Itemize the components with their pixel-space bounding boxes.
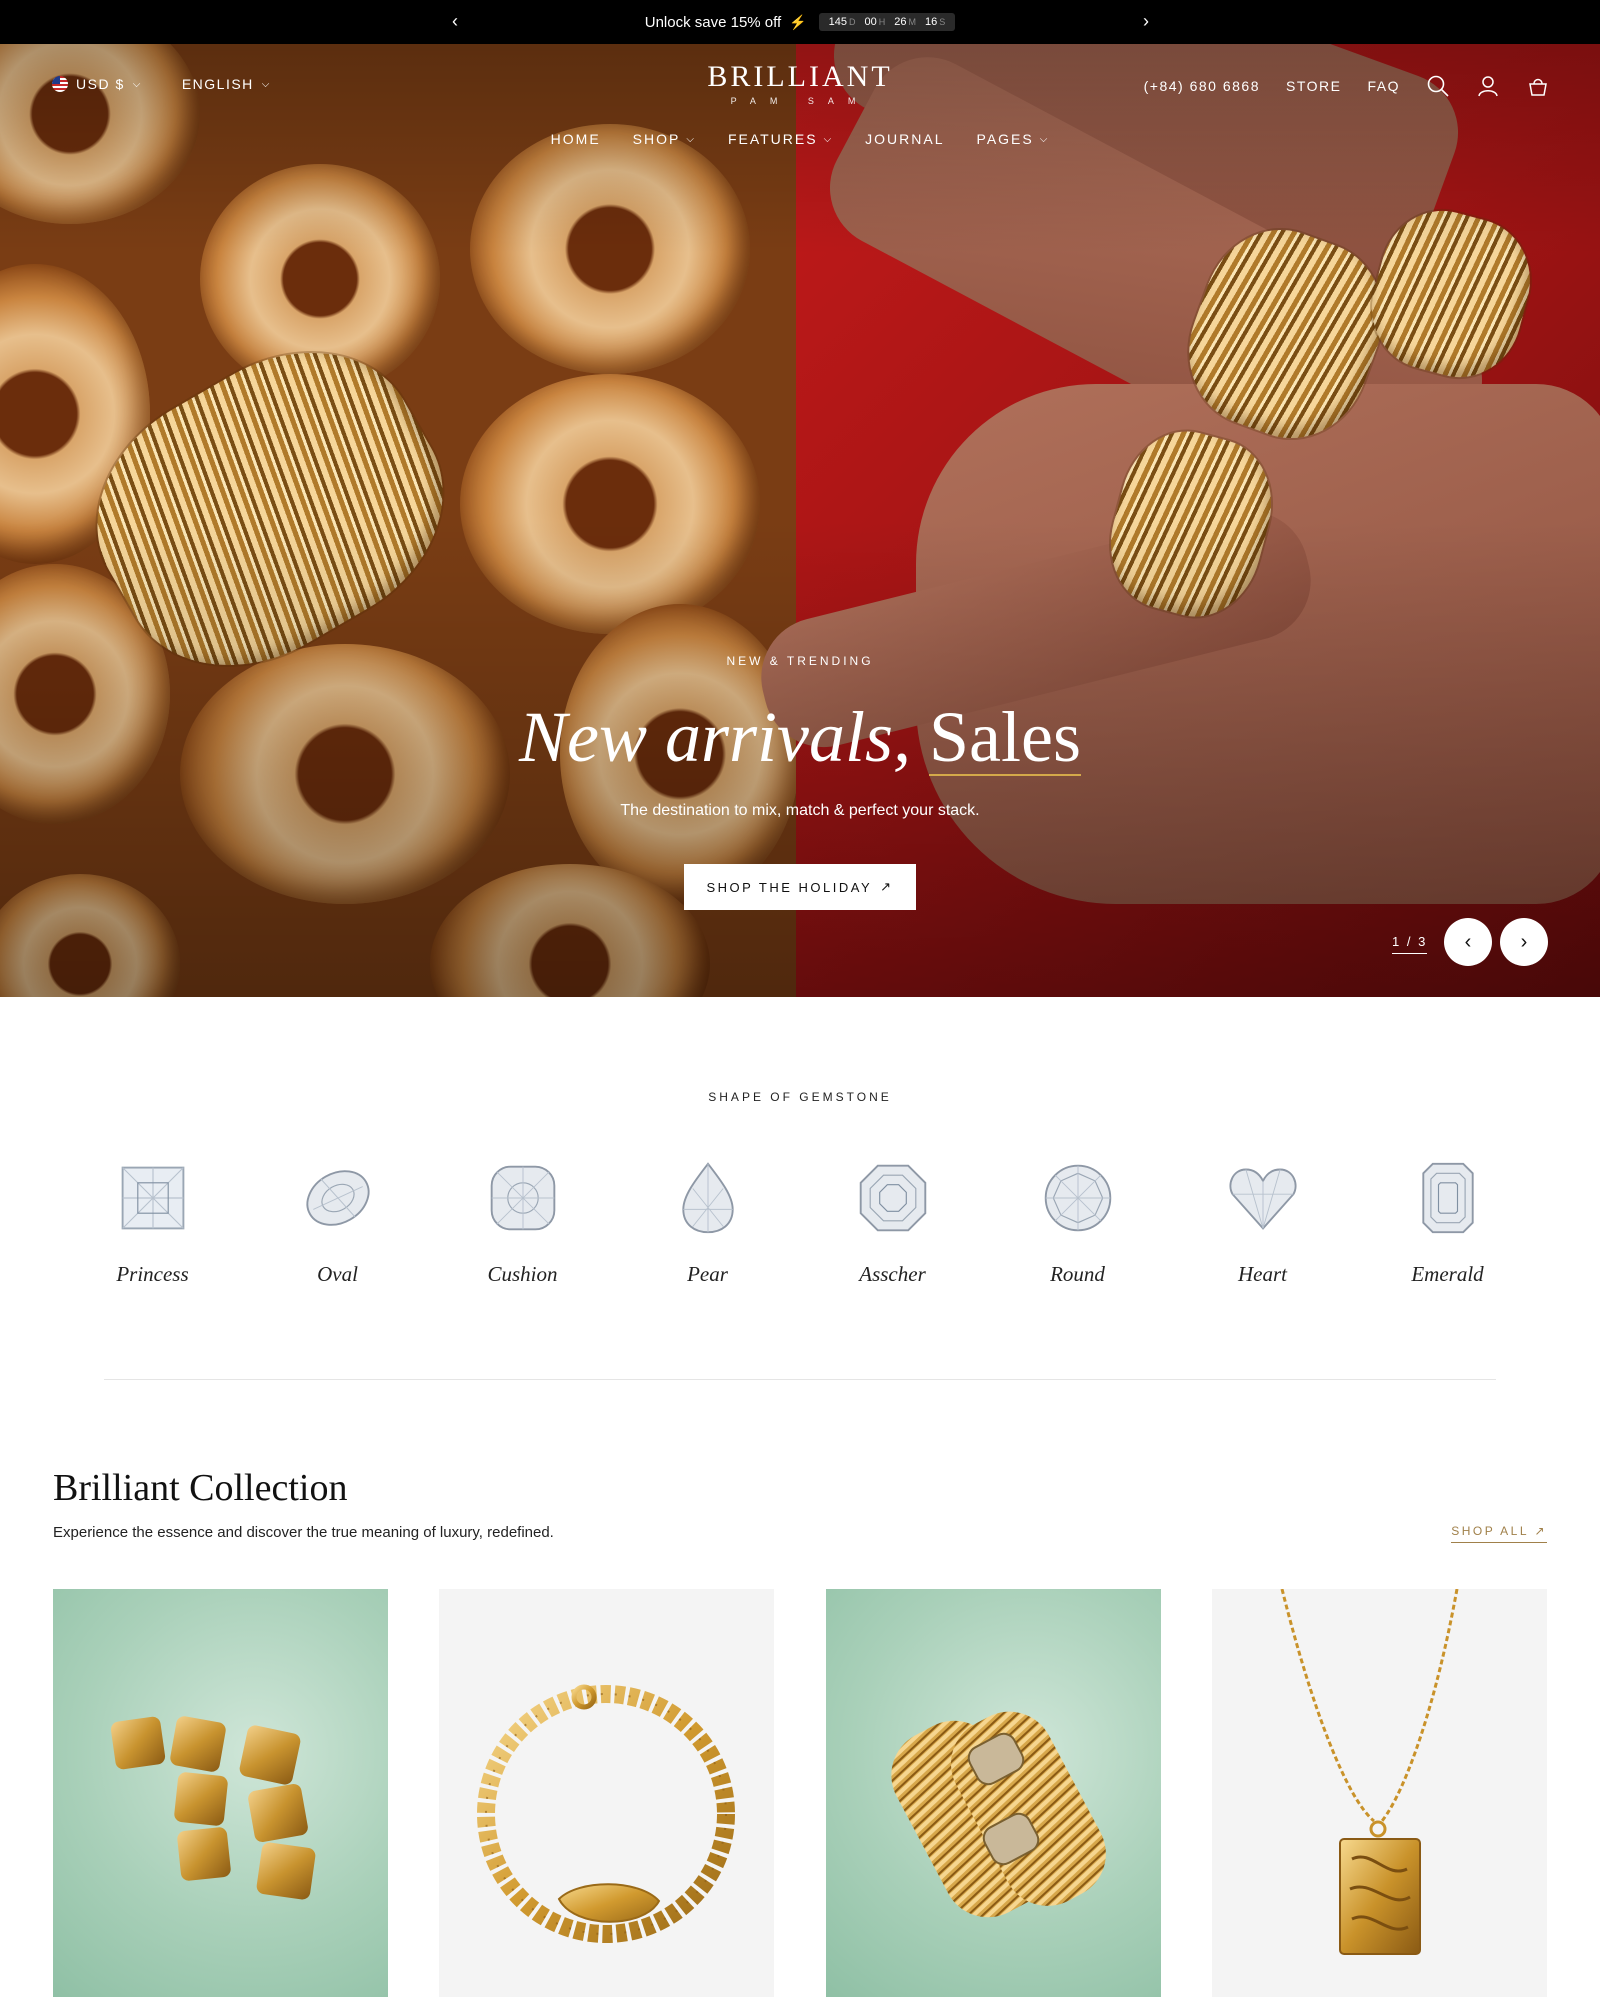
gemstone-emerald[interactable]: Emerald — [1355, 1160, 1540, 1287]
heart-diamond-icon — [1228, 1168, 1297, 1230]
shop-all-label: SHOP ALL — [1451, 1524, 1529, 1538]
hero-subline: The destination to mix, match & perfect … — [620, 802, 980, 819]
slide-pager: 1 / 3 — [1392, 934, 1428, 954]
search-icon[interactable] — [1426, 74, 1450, 98]
slide-prev-button[interactable]: ‹ — [1444, 918, 1492, 966]
gemstone-label: Pear — [687, 1262, 728, 1286]
countdown-days: 145 D — [828, 16, 856, 28]
hero-headline: New arrivals, Sales — [0, 692, 1600, 782]
announcement-message: Unlock save 15% off ⚡ 145 D 00 H 26 M 16 S — [0, 0, 1600, 44]
shop-the-holiday-button[interactable]: SHOP THE HOLIDAY ↗ — [684, 864, 916, 910]
countdown-seconds: 16 S — [925, 16, 946, 28]
gemstone-princess[interactable]: Princess — [60, 1160, 245, 1287]
product-card-necklace[interactable] — [1211, 1589, 1547, 1997]
gemstone-label: Princess — [116, 1262, 189, 1286]
hero-banner — [0, 44, 1600, 997]
gemstone-cushion[interactable]: Cushion — [430, 1160, 615, 1287]
nav-shop[interactable]: SHOP ⌵ — [633, 131, 696, 147]
gold-earrings-image — [110, 1716, 316, 1900]
gemstone-shape-list: Princess Oval Cushion Pear Asscher Round… — [60, 1160, 1540, 1287]
nav-pages[interactable]: PAGES ⌵ — [977, 131, 1050, 147]
phone-link[interactable]: (+84) 680 6868 — [1144, 78, 1260, 94]
slide-next-button[interactable]: › — [1500, 918, 1548, 966]
gold-necklace-image — [1280, 1589, 1459, 1955]
collection-title: Brilliant Collection — [53, 1467, 348, 1509]
asscher-diamond-icon — [859, 1164, 926, 1232]
gemstone-heart[interactable]: Heart — [1170, 1160, 1355, 1287]
chevron-down-icon: ⌵ — [823, 133, 834, 145]
product-card-ring[interactable] — [825, 1589, 1161, 1997]
product-grid — [53, 1589, 1547, 1997]
countdown-timer: 145 D 00 H 26 M 16 S — [818, 13, 956, 31]
cart-icon[interactable] — [1526, 74, 1550, 98]
gemstone-section-title: SHAPE OF GEMSTONE — [708, 1090, 892, 1104]
lightning-icon: ⚡ — [789, 13, 807, 30]
gemstone-label: Asscher — [859, 1262, 926, 1286]
countdown-hours: 00 H — [864, 16, 886, 28]
hero-eyebrow: NEW & TRENDING — [726, 654, 874, 668]
announcement-next-button[interactable]: › — [1134, 9, 1158, 33]
store-link[interactable]: STORE — [1286, 78, 1341, 94]
gemstone-label: Emerald — [1411, 1262, 1484, 1286]
emerald-diamond-icon — [1421, 1162, 1474, 1234]
gemstone-label: Heart — [1238, 1262, 1287, 1286]
cushion-diamond-icon — [490, 1165, 555, 1231]
princess-diamond-icon — [121, 1166, 184, 1230]
product-card-earrings[interactable] — [53, 1589, 388, 1997]
announcement-bar: ‹ Unlock save 15% off ⚡ 145 D 00 H 26 M 16 S… — [0, 0, 1600, 44]
hero-overlay — [0, 44, 1600, 997]
cta-label: SHOP THE HOLIDAY — [706, 879, 873, 895]
arrow-up-right-icon: ↗ — [1534, 1524, 1547, 1538]
headline-italic: New arrivals, — [518, 697, 912, 777]
countdown-minutes: 26 M — [894, 16, 916, 28]
gemstone-oval[interactable]: Oval — [245, 1160, 430, 1287]
gemstone-asscher[interactable]: Asscher — [800, 1160, 985, 1287]
shop-all-link[interactable]: SHOP ALL ↗ — [1451, 1524, 1547, 1543]
product-card-bracelet[interactable] — [439, 1589, 775, 1997]
gold-ring-image — [891, 1711, 1106, 1918]
gold-bracelet-image — [477, 1684, 736, 1943]
collection-subtitle: Experience the essence and discover the … — [53, 1524, 554, 1541]
gemstone-label: Oval — [317, 1262, 358, 1286]
pear-diamond-icon — [681, 1162, 734, 1234]
round-diamond-icon — [1044, 1164, 1111, 1232]
main-navigation: HOME SHOP ⌵ FEATURES ⌵ JOURNAL PAGES ⌵ — [0, 131, 1600, 147]
gemstone-pear[interactable]: Pear — [615, 1160, 800, 1287]
announcement-text: Unlock save 15% off — [644, 13, 782, 31]
gemstone-label: Round — [1050, 1262, 1105, 1286]
nav-features[interactable]: FEATURES ⌵ — [728, 131, 833, 147]
arrow-up-right-icon: ↗ — [880, 879, 894, 894]
account-icon[interactable] — [1476, 74, 1500, 98]
gemstone-label: Cushion — [487, 1262, 558, 1286]
headline-underlined: Sales — [929, 697, 1081, 777]
faq-link[interactable]: FAQ — [1367, 78, 1400, 94]
section-divider — [104, 1379, 1496, 1380]
gemstone-round[interactable]: Round — [985, 1160, 1170, 1287]
nav-home[interactable]: HOME — [551, 131, 601, 147]
chevron-down-icon: ⌵ — [1039, 133, 1050, 145]
nav-journal[interactable]: JOURNAL — [865, 131, 944, 147]
header-utilities: (+84) 680 6868 STORE FAQ — [1144, 74, 1550, 98]
oval-diamond-icon — [305, 1170, 370, 1226]
chevron-down-icon: ⌵ — [686, 133, 696, 145]
